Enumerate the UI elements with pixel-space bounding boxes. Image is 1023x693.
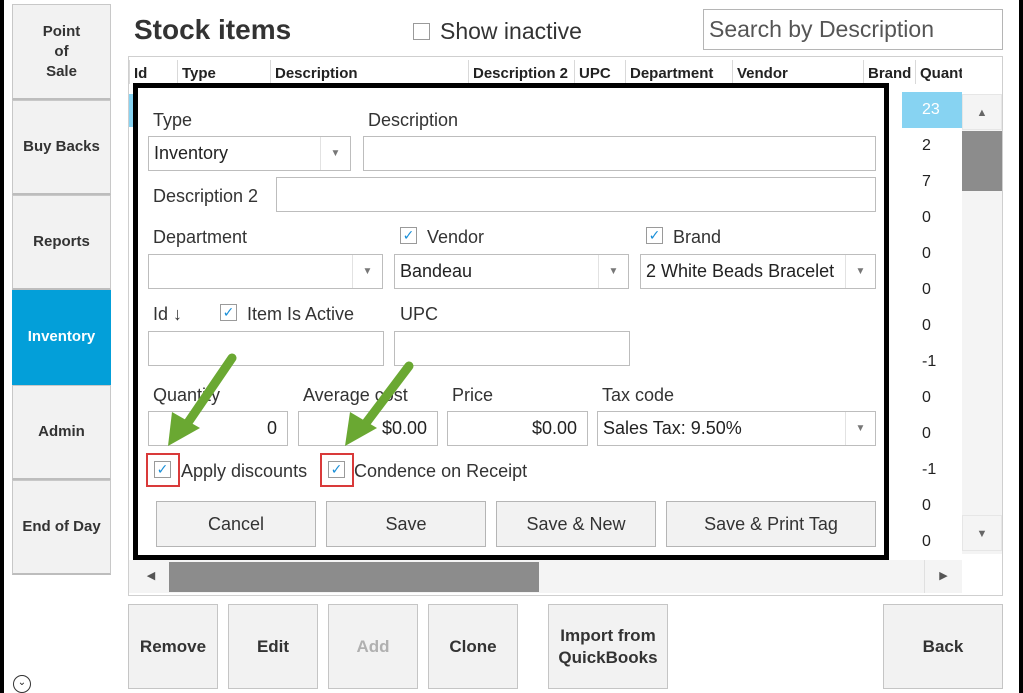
chevron-down-icon[interactable]: ▼ — [352, 255, 382, 288]
scroll-up-icon[interactable]: ▲ — [962, 94, 1002, 130]
vendor-label: Vendor — [427, 227, 485, 247]
vertical-scrollbar-thumb[interactable] — [962, 131, 1002, 191]
column-header-vendor[interactable]: Vendor — [732, 60, 863, 84]
sidebar-item-buy-backs[interactable]: Buy Backs — [12, 100, 111, 195]
save-and-print-tag-button[interactable]: Save & Print Tag — [666, 501, 876, 547]
quantity-cell[interactable]: 0 — [902, 200, 962, 236]
quantity-label: Quantity — [153, 385, 221, 405]
window-frame-left — [0, 0, 4, 693]
save-and-new-button[interactable]: Save & New — [496, 501, 656, 547]
sidebar-item-end-of-day[interactable]: End of Day — [12, 480, 111, 575]
import-quickbooks-button[interactable]: Import from QuickBooks — [548, 604, 668, 689]
brand-checkbox[interactable]: ✓ — [646, 227, 663, 244]
description-2-input[interactable] — [276, 177, 876, 212]
quantity-cell[interactable]: 0 — [902, 308, 962, 344]
chevron-down-circle-icon[interactable]: ⌄ — [13, 675, 31, 693]
quantity-input[interactable]: 0 — [148, 411, 288, 446]
column-header-description[interactable]: Description — [270, 60, 468, 84]
stock-item-dialog: Type Description Inventory ▼ Description… — [133, 83, 889, 560]
tax-code-select[interactable]: Sales Tax: 9.50% ▼ — [597, 411, 876, 446]
column-header-upc[interactable]: UPC — [574, 60, 625, 84]
quantity-cell[interactable]: 23 — [902, 92, 962, 128]
type-select[interactable]: Inventory ▼ — [148, 136, 351, 171]
quantity-cell[interactable]: 0 — [902, 380, 962, 416]
description-input[interactable] — [363, 136, 876, 171]
quantity-cell[interactable]: 7 — [902, 164, 962, 200]
chevron-down-icon[interactable]: ▼ — [598, 255, 628, 288]
show-inactive-toggle[interactable]: Show inactive — [413, 18, 582, 45]
horizontal-scrollbar-thumb[interactable] — [169, 562, 539, 592]
item-active-checkbox[interactable]: ✓ — [220, 304, 237, 321]
department-select[interactable]: ▼ — [148, 254, 383, 289]
condense-checkbox[interactable]: ✓ — [328, 461, 345, 478]
remove-button[interactable]: Remove — [128, 604, 218, 689]
tax-code-label: Tax code — [602, 385, 675, 405]
sidebar-item-inventory[interactable]: Inventory — [12, 290, 111, 385]
scroll-down-icon[interactable]: ▼ — [962, 515, 1002, 551]
column-header-department[interactable]: Department — [625, 60, 732, 84]
quantity-cell[interactable]: 0 — [902, 416, 962, 452]
scroll-right-icon[interactable]: ▶ — [924, 560, 962, 593]
quantity-cell[interactable]: 0 — [902, 488, 962, 524]
quantity-cell[interactable]: 2 — [902, 128, 962, 164]
quantity-cell[interactable]: -1 — [902, 344, 962, 380]
search-input[interactable] — [703, 9, 1003, 50]
upc-label: UPC — [400, 304, 439, 324]
description-2-label: Description 2 — [153, 186, 259, 206]
price-label: Price — [452, 385, 494, 405]
sidebar-item-reports[interactable]: Reports — [12, 195, 111, 290]
type-label: Type — [153, 110, 193, 130]
column-header-brand[interactable]: Brand — [863, 60, 915, 84]
back-button[interactable]: Back — [883, 604, 1003, 689]
condense-label: Condence on Receipt — [354, 461, 528, 481]
show-inactive-checkbox[interactable] — [413, 23, 430, 40]
brand-select[interactable]: 2 White Beads Bracelet ▼ — [640, 254, 876, 289]
average-cost-label: Average cost — [303, 385, 408, 405]
price-input[interactable]: $0.00 — [447, 411, 588, 446]
brand-label: Brand — [673, 227, 722, 247]
chevron-down-icon[interactable]: ▼ — [845, 412, 875, 445]
chevron-down-icon[interactable]: ▼ — [320, 137, 350, 170]
description-label: Description — [368, 110, 459, 130]
item-active-label: Item Is Active — [247, 304, 355, 324]
upc-input[interactable] — [394, 331, 630, 366]
clone-button[interactable]: Clone — [428, 604, 518, 689]
tax-code-value: Sales Tax: 9.50% — [603, 418, 742, 438]
type-value: Inventory — [154, 143, 229, 163]
add-button[interactable]: Add — [328, 604, 418, 689]
window-frame-right — [1019, 0, 1023, 693]
id-label[interactable]: Id ↓ — [153, 304, 182, 325]
column-header-id[interactable]: Id — [129, 60, 177, 84]
vendor-value: Bandeau — [400, 261, 473, 281]
vendor-select[interactable]: Bandeau ▼ — [394, 254, 629, 289]
vendor-checkbox[interactable]: ✓ — [400, 227, 417, 244]
chevron-down-icon[interactable]: ▼ — [845, 255, 875, 288]
quantity-cell[interactable]: -1 — [902, 452, 962, 488]
quantity-cell[interactable]: 0 — [902, 524, 962, 560]
cancel-button[interactable]: Cancel — [156, 501, 316, 547]
scroll-left-icon[interactable]: ◀ — [136, 560, 166, 593]
edit-button[interactable]: Edit — [228, 604, 318, 689]
sidebar-item-admin[interactable]: Admin — [12, 385, 111, 480]
page-title: Stock items — [134, 14, 292, 45]
apply-discounts-label: Apply discounts — [181, 461, 308, 481]
quantity-cell[interactable]: 0 — [902, 272, 962, 308]
average-cost-input[interactable]: $0.00 — [298, 411, 438, 446]
quantity-cell[interactable]: 0 — [902, 236, 962, 272]
column-header-quantity[interactable]: Quant — [915, 60, 962, 84]
show-inactive-label: Show inactive — [440, 18, 582, 44]
sidebar-item-point-of-sale[interactable]: Point of Sale — [12, 4, 111, 100]
save-button[interactable]: Save — [326, 501, 486, 547]
column-header-type[interactable]: Type — [177, 60, 270, 84]
column-header-description-2[interactable]: Description 2 — [468, 60, 574, 84]
id-input[interactable] — [148, 331, 384, 366]
apply-discounts-checkbox[interactable]: ✓ — [154, 461, 171, 478]
brand-value: 2 White Beads Bracelet — [646, 261, 835, 281]
department-label: Department — [153, 227, 248, 247]
